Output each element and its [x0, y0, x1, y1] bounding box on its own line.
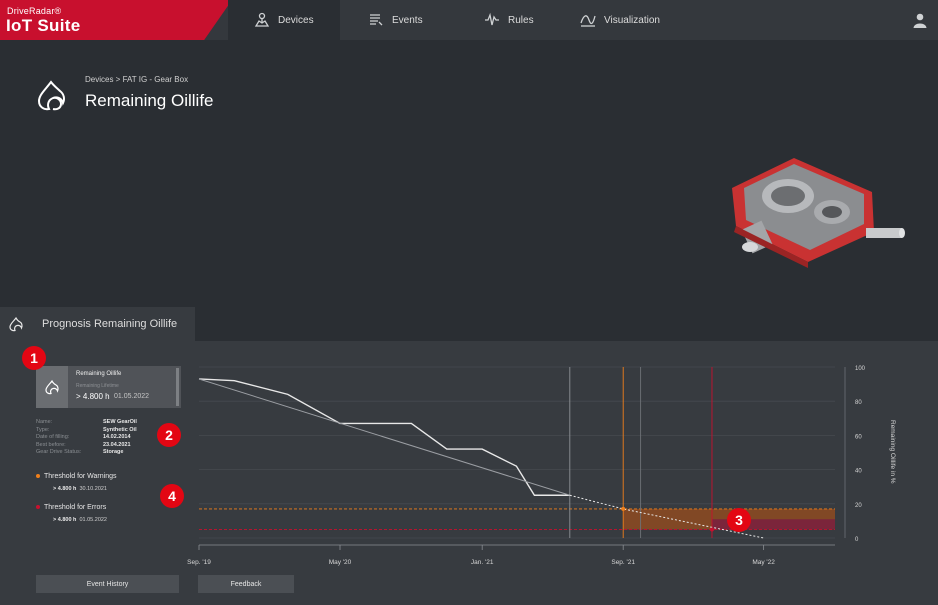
card-sublabel: Remaining Lifetime [76, 383, 119, 389]
tab-devices-label: Devices [278, 14, 314, 26]
events-icon [370, 14, 383, 26]
tab-events-label: Events [392, 14, 423, 26]
property-value: 23.04.2021 [103, 441, 131, 448]
property-value: Storage [103, 449, 124, 455]
user-icon[interactable] [912, 12, 928, 28]
brand-main-label: IoT Suite [6, 16, 81, 35]
error-date: 01.05.2022 [79, 517, 107, 523]
gearbox-image [732, 158, 905, 268]
warning-threshold-text: Threshold for Warnings [44, 473, 117, 480]
devices-icon [254, 12, 270, 27]
page-title: Remaining Oillife [85, 91, 214, 110]
marker-1: 1 [22, 346, 46, 370]
error-threshold-text: Threshold for Errors [44, 504, 107, 511]
oil-properties: Name: SEW GearOil Type: Synthetic Oil Date… [36, 419, 137, 457]
event-history-button[interactable]: Event History [36, 575, 179, 593]
property-value: Synthetic Oil [103, 426, 137, 433]
error-threshold-label: Threshold for Errors [36, 504, 106, 511]
app-root: DriveRadar® IoT Suite Devices Events Rul… [0, 0, 938, 605]
card-scrollbar[interactable] [176, 368, 179, 406]
warning-dot-icon [36, 474, 40, 479]
marker-4: 4 [160, 484, 184, 508]
rules-icon [485, 12, 499, 26]
breadcrumb[interactable]: Devices > FAT IG - Gear Box [85, 75, 188, 84]
property-key: Name: [36, 419, 53, 425]
tab-rules[interactable]: Rules [484, 0, 534, 40]
error-dot-icon [36, 505, 40, 510]
property-key: Best before: [36, 441, 66, 448]
tab-events[interactable]: Events [368, 0, 423, 40]
oil-drop-icon [37, 80, 65, 111]
warning-date: 30.10.2021 [79, 486, 107, 492]
property-key: Date of filling: [36, 434, 70, 440]
property-row: Name: SEW GearOil [36, 419, 137, 427]
tab-rules-label: Rules [508, 14, 534, 26]
oil-drop-icon [9, 316, 23, 332]
property-key: Type: [36, 426, 50, 433]
tab-devices[interactable]: Devices [228, 0, 340, 40]
tab-visualization[interactable]: Visualization [580, 0, 660, 40]
oil-drop-icon [45, 379, 59, 395]
brand-logo[interactable]: DriveRadar® IoT Suite [0, 0, 232, 40]
feedback-button[interactable]: Feedback [198, 575, 294, 593]
tab-visualization-label: Visualization [604, 14, 660, 26]
property-row: Gear Drive Status: Storage [36, 449, 137, 457]
warning-threshold-value: > 4.800 h 30.10.2021 [53, 486, 107, 492]
brand-top-label: DriveRadar® [7, 6, 62, 16]
visualization-icon [580, 15, 596, 27]
card-date: 01.05.2022 [114, 393, 150, 400]
property-row: Date of filling: 14.02.2014 [36, 434, 137, 442]
card-value: > 4.800 h [76, 392, 110, 401]
warning-value: > 4.800 h [53, 486, 77, 492]
marker-3: 3 [727, 508, 751, 532]
card-title: Remaining Oillife [76, 371, 122, 377]
remaining-oillife-card[interactable]: Remaining Oillife Remaining Lifetime > 4… [36, 366, 181, 408]
property-row: Type: Synthetic Oil [36, 427, 137, 435]
card-icon-box [36, 366, 68, 408]
property-value: 14.02.2014 [103, 434, 131, 440]
panel-tab[interactable]: Prognosis Remaining Oillife [0, 307, 195, 341]
marker-2: 2 [157, 423, 181, 447]
error-value: > 4.800 h [53, 517, 77, 523]
error-threshold-value: > 4.800 h 01.05.2022 [53, 517, 107, 523]
panel-title: Prognosis Remaining Oillife [42, 318, 178, 330]
warning-threshold-label: Threshold for Warnings [36, 473, 117, 480]
property-value: SEW GearOil [103, 419, 137, 425]
property-key: Gear Drive Status: [36, 449, 82, 455]
top-navigation: DriveRadar® IoT Suite Devices Events Rul… [0, 0, 938, 40]
property-row: Best before: 23.04.2021 [36, 442, 137, 450]
